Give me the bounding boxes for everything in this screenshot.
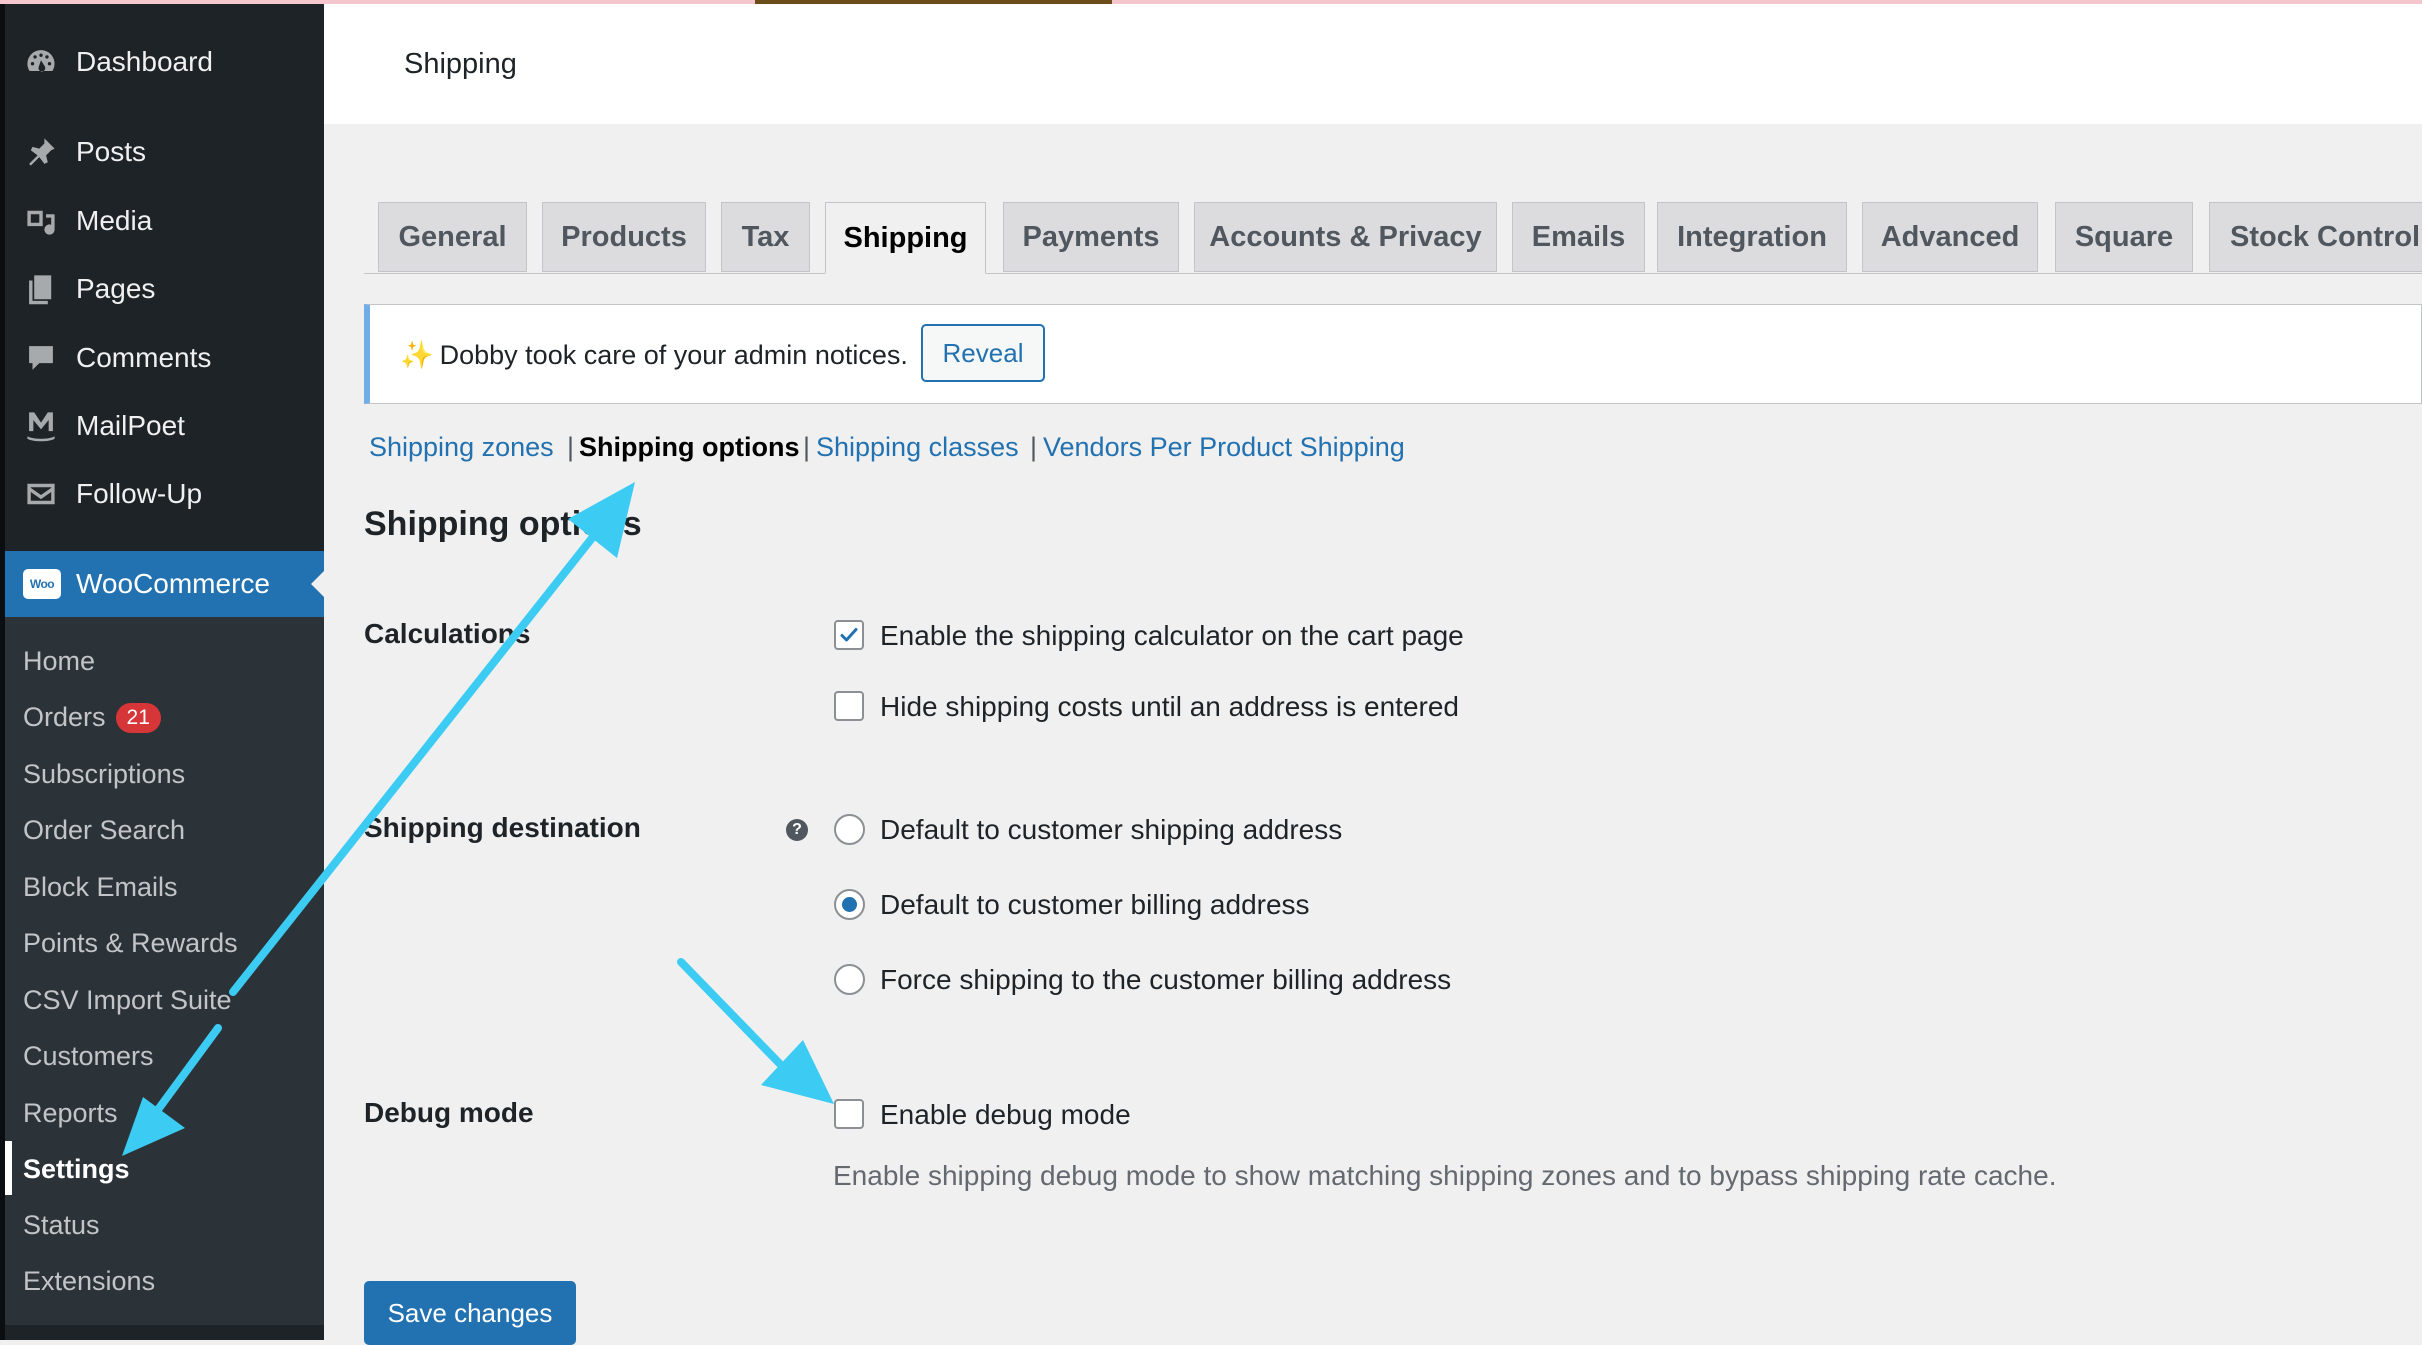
submenu-item-customers[interactable]: Customers bbox=[23, 1041, 154, 1072]
subnav-separator: | bbox=[1030, 432, 1038, 462]
sidebar-footer bbox=[5, 1325, 324, 1340]
calculations-label: Calculations bbox=[364, 618, 531, 649]
sidebar-item-label: WooCommerce bbox=[76, 568, 270, 599]
section-title: Shipping options bbox=[364, 505, 642, 543]
sidebar-item-label: Media bbox=[76, 205, 153, 236]
shipping-calculator-label: Enable the shipping calculator on the ca… bbox=[880, 620, 1464, 651]
destination-force-billing-radio[interactable] bbox=[834, 964, 865, 995]
page-title: Shipping bbox=[404, 48, 517, 80]
destination-billing-address-label: Default to customer billing address bbox=[880, 889, 1310, 920]
submenu-item-points-rewards[interactable]: Points & Rewards bbox=[23, 928, 238, 959]
sparkle-icon: ✨ bbox=[400, 340, 434, 370]
pin-icon bbox=[23, 134, 59, 170]
submenu-item-settings[interactable]: Settings bbox=[23, 1154, 130, 1185]
comment-icon bbox=[23, 340, 59, 376]
submenu-item-reports[interactable]: Reports bbox=[23, 1098, 118, 1129]
tab-shipping[interactable]: Shipping bbox=[825, 202, 986, 274]
top-strip bbox=[0, 0, 2422, 4]
submenu-item-orders[interactable]: Orders 21 bbox=[23, 702, 161, 733]
orders-count-badge: 21 bbox=[115, 703, 161, 733]
sidebar-item-mailpoet[interactable]: MailPoet bbox=[5, 398, 324, 454]
tab-general[interactable]: General bbox=[378, 202, 527, 272]
woocommerce-logo-icon: Woo bbox=[23, 569, 61, 599]
submenu-item-order-search[interactable]: Order Search bbox=[23, 815, 185, 846]
destination-shipping-address-radio[interactable] bbox=[834, 814, 865, 845]
top-strip-accent bbox=[755, 0, 1112, 4]
debug-mode-label: Debug mode bbox=[364, 1097, 534, 1128]
debug-mode-checkbox[interactable] bbox=[834, 1099, 864, 1129]
tab-integration[interactable]: Integration bbox=[1657, 202, 1847, 272]
submenu-item-status[interactable]: Status bbox=[23, 1210, 100, 1241]
reveal-button[interactable]: Reveal bbox=[921, 324, 1045, 382]
settings-tabs: General Products Tax Shipping Payments A… bbox=[378, 202, 2422, 274]
radio-selected-dot bbox=[842, 897, 857, 912]
destination-force-billing-label: Force shipping to the customer billing a… bbox=[880, 964, 1452, 995]
subnav-shipping-zones[interactable]: Shipping zones bbox=[369, 432, 554, 463]
media-icon bbox=[23, 203, 59, 239]
help-icon[interactable]: ? bbox=[786, 819, 808, 841]
admin-sidebar: Dashboard Posts Media Pages Comments Mai… bbox=[0, 0, 324, 1340]
sidebar-item-media[interactable]: Media bbox=[5, 193, 324, 249]
hide-shipping-costs-label: Hide shipping costs until an address is … bbox=[880, 691, 1460, 722]
sidebar-item-label: Pages bbox=[76, 273, 156, 304]
sidebar-item-posts[interactable]: Posts bbox=[5, 124, 324, 180]
tab-emails[interactable]: Emails bbox=[1512, 202, 1645, 272]
annotation-arrows bbox=[122, 482, 834, 1156]
tab-advanced[interactable]: Advanced bbox=[1862, 202, 2038, 272]
sidebar-item-label: Comments bbox=[76, 342, 212, 373]
tab-square[interactable]: Square bbox=[2055, 202, 2193, 272]
sidebar-item-label: Posts bbox=[76, 136, 147, 167]
notice-text: ✨ Dobby took care of your admin notices. bbox=[400, 339, 908, 371]
envelope-icon bbox=[23, 476, 59, 512]
arrow-to-debug-mode bbox=[677, 958, 834, 1104]
notice-message: Dobby took care of your admin notices. bbox=[439, 340, 908, 370]
active-indicator bbox=[5, 1141, 12, 1195]
hide-shipping-costs-checkbox[interactable] bbox=[834, 691, 864, 721]
sidebar-item-woocommerce[interactable]: Woo WooCommerce bbox=[5, 551, 324, 617]
sidebar-item-label: MailPoet bbox=[76, 410, 185, 441]
shipping-destination-label: Shipping destination bbox=[364, 812, 641, 843]
tab-accounts-privacy[interactable]: Accounts & Privacy bbox=[1194, 202, 1497, 272]
submenu-item-label: Orders bbox=[23, 702, 106, 732]
save-changes-button[interactable]: Save changes bbox=[364, 1281, 576, 1345]
destination-shipping-address-label: Default to customer shipping address bbox=[880, 814, 1343, 845]
tab-stock-control[interactable]: Stock Control bbox=[2209, 202, 2422, 272]
tab-payments[interactable]: Payments bbox=[1003, 202, 1179, 272]
subnav-separator: | bbox=[567, 432, 575, 462]
tab-products[interactable]: Products bbox=[542, 202, 706, 272]
page-header: Shipping bbox=[324, 4, 2422, 124]
subnav-separator: | bbox=[803, 432, 811, 462]
subnav-shipping-options[interactable]: Shipping options bbox=[579, 432, 799, 463]
submenu-item-home[interactable]: Home bbox=[23, 646, 95, 677]
submenu-item-subscriptions[interactable]: Subscriptions bbox=[23, 759, 185, 790]
pages-icon bbox=[23, 271, 59, 307]
subnav-vendors-per-product-shipping[interactable]: Vendors Per Product Shipping bbox=[1043, 432, 1405, 463]
sidebar-item-follow-up[interactable]: Follow-Up bbox=[5, 466, 324, 522]
tab-tax[interactable]: Tax bbox=[721, 202, 810, 272]
current-menu-pointer bbox=[311, 571, 324, 597]
sidebar-item-pages[interactable]: Pages bbox=[5, 261, 324, 317]
shipping-calculator-checkbox[interactable] bbox=[834, 620, 864, 650]
destination-billing-address-radio[interactable] bbox=[834, 889, 865, 920]
sidebar-item-dashboard[interactable]: Dashboard bbox=[5, 34, 324, 90]
submenu-item-block-emails[interactable]: Block Emails bbox=[23, 872, 178, 903]
sidebar-item-comments[interactable]: Comments bbox=[5, 330, 324, 386]
checkmark-icon bbox=[840, 628, 858, 642]
submenu-item-csv-import-suite[interactable]: CSV Import Suite bbox=[23, 985, 232, 1016]
dashboard-icon bbox=[23, 44, 59, 80]
submenu-item-extensions[interactable]: Extensions bbox=[23, 1266, 155, 1297]
debug-mode-option-label: Enable debug mode bbox=[880, 1099, 1131, 1130]
mailpoet-icon bbox=[23, 408, 59, 444]
subnav-shipping-classes[interactable]: Shipping classes bbox=[816, 432, 1019, 463]
sidebar-item-label: Follow-Up bbox=[76, 478, 203, 509]
debug-mode-description: Enable shipping debug mode to show match… bbox=[833, 1160, 2057, 1191]
admin-notice: ✨ Dobby took care of your admin notices. … bbox=[364, 304, 2422, 404]
sidebar-item-label: Dashboard bbox=[76, 46, 213, 77]
